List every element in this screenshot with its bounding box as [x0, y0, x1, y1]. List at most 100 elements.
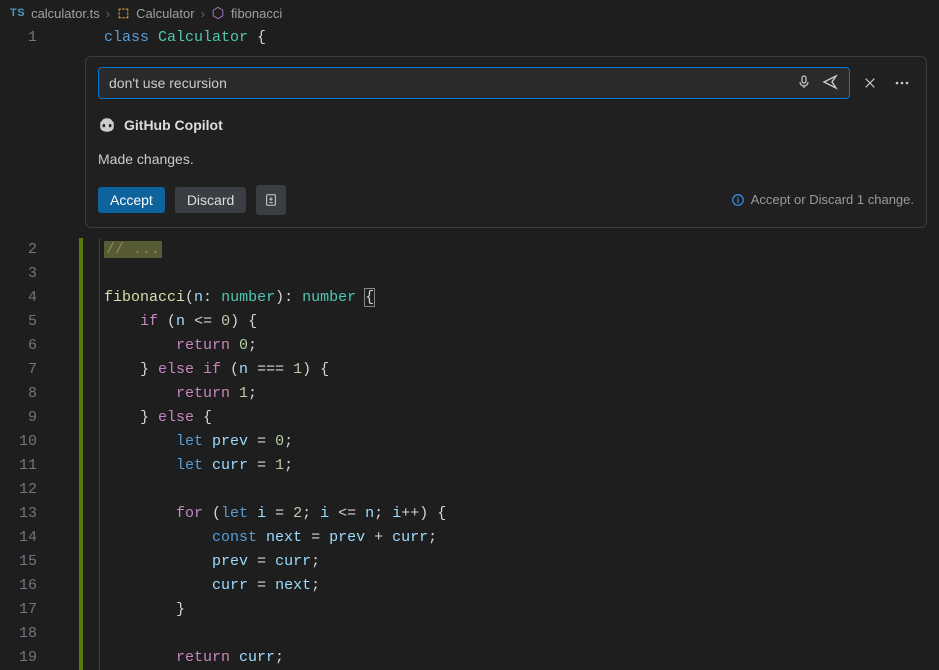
code-line[interactable]: 4 fibonacci(n: number): number {	[0, 286, 939, 310]
diff-gutter	[79, 310, 83, 334]
diff-gutter	[79, 646, 83, 670]
diff-gutter	[79, 502, 83, 526]
line-number: 16	[0, 574, 55, 598]
chat-status: Made changes.	[98, 147, 914, 171]
line-number: 12	[0, 478, 55, 502]
code-line[interactable]: 8 return 1;	[0, 382, 939, 406]
diff-gutter	[79, 406, 83, 430]
code-content[interactable]: // ...	[100, 238, 162, 262]
file-type-badge: TS	[10, 7, 25, 19]
code-content[interactable]: return 1;	[100, 382, 257, 406]
code-line[interactable]: 9 } else {	[0, 406, 939, 430]
code-line[interactable]: 11 let curr = 1;	[0, 454, 939, 478]
code-line[interactable]: 3	[0, 262, 939, 286]
line-number: 2	[0, 238, 55, 262]
indent-guide	[99, 478, 100, 502]
line-number: 11	[0, 454, 55, 478]
line-number: 19	[0, 646, 55, 670]
code-content[interactable]: let prev = 0;	[100, 430, 293, 454]
indent-guide	[99, 262, 100, 286]
diff-gutter	[79, 286, 83, 310]
diff-gutter	[79, 358, 83, 382]
line-number: 1	[0, 26, 55, 50]
line-number: 9	[0, 406, 55, 430]
chat-provider-name: GitHub Copilot	[124, 113, 223, 137]
code-content[interactable]: } else if (n === 1) {	[100, 358, 329, 382]
code-line[interactable]: 17 }	[0, 598, 939, 622]
code-line[interactable]: 19 return curr;	[0, 646, 939, 670]
diff-gutter	[79, 622, 83, 646]
ellipsis-icon	[894, 75, 910, 91]
class-icon	[116, 6, 130, 20]
line-number: 14	[0, 526, 55, 550]
chat-hint: Accept or Discard 1 change.	[731, 188, 914, 212]
code-content[interactable]: class Calculator {	[100, 26, 266, 50]
close-icon	[863, 76, 877, 90]
line-number: 17	[0, 598, 55, 622]
code-content[interactable]: curr = next;	[100, 574, 320, 598]
chat-input[interactable]	[98, 67, 850, 99]
line-number: 10	[0, 430, 55, 454]
code-content[interactable]: prev = curr;	[100, 550, 320, 574]
send-icon[interactable]	[822, 74, 838, 98]
code-line[interactable]: 5 if (n <= 0) {	[0, 310, 939, 334]
copilot-icon	[98, 116, 116, 134]
breadcrumb-class[interactable]: Calculator	[136, 6, 195, 21]
diff-gutter	[79, 598, 83, 622]
code-line[interactable]: 12	[0, 478, 939, 502]
indent-guide	[99, 622, 100, 646]
line-number: 3	[0, 262, 55, 286]
info-icon	[731, 193, 745, 207]
code-line[interactable]: 13 for (let i = 2; i <= n; i++) {	[0, 502, 939, 526]
diff-gutter	[79, 262, 83, 286]
code-content[interactable]: return 0;	[100, 334, 257, 358]
line-number: 18	[0, 622, 55, 646]
more-button[interactable]	[890, 71, 914, 95]
code-content[interactable]: }	[100, 598, 185, 622]
diff-gutter	[79, 454, 83, 478]
code-line[interactable]: 16 curr = next;	[0, 574, 939, 598]
diff-gutter	[79, 574, 83, 598]
diff-gutter	[79, 238, 83, 262]
code-line[interactable]: 7 } else if (n === 1) {	[0, 358, 939, 382]
code-line[interactable]: 1 class Calculator {	[0, 26, 939, 50]
chevron-right-icon: ›	[106, 6, 110, 21]
line-number: 7	[0, 358, 55, 382]
code-line[interactable]: 6 return 0;	[0, 334, 939, 358]
code-content[interactable]: let curr = 1;	[100, 454, 293, 478]
diff-gutter	[79, 526, 83, 550]
line-number: 6	[0, 334, 55, 358]
diff-gutter	[79, 478, 83, 502]
code-line[interactable]: 2 // ...	[0, 238, 939, 262]
code-content[interactable]: } else {	[100, 406, 212, 430]
method-icon	[211, 6, 225, 20]
inline-chat-panel: GitHub Copilot Made changes. Accept Disc…	[85, 56, 927, 228]
code-content[interactable]: fibonacci(n: number): number {	[100, 286, 374, 310]
diff-gutter	[79, 334, 83, 358]
discard-button[interactable]: Discard	[175, 187, 246, 213]
breadcrumb: TS calculator.ts › Calculator › fibonacc…	[0, 0, 939, 26]
show-diff-button[interactable]	[256, 185, 286, 215]
line-number: 5	[0, 310, 55, 334]
line-number: 4	[0, 286, 55, 310]
code-line[interactable]: 18	[0, 622, 939, 646]
code-line[interactable]: 15 prev = curr;	[0, 550, 939, 574]
diff-gutter	[79, 382, 83, 406]
line-number: 15	[0, 550, 55, 574]
line-number: 13	[0, 502, 55, 526]
close-button[interactable]	[858, 71, 882, 95]
breadcrumb-file[interactable]: calculator.ts	[31, 6, 100, 21]
code-line[interactable]: 14 const next = prev + curr;	[0, 526, 939, 550]
code-content[interactable]: return curr;	[100, 646, 284, 670]
line-number: 8	[0, 382, 55, 406]
code-content[interactable]: const next = prev + curr;	[100, 526, 437, 550]
breadcrumb-symbol[interactable]: fibonacci	[231, 6, 282, 21]
microphone-icon[interactable]	[796, 74, 812, 98]
code-line[interactable]: 10 let prev = 0;	[0, 430, 939, 454]
accept-button[interactable]: Accept	[98, 187, 165, 213]
editor[interactable]: 1 class Calculator { GitHub Copilot	[0, 26, 939, 670]
chevron-right-icon: ›	[201, 6, 205, 21]
code-content[interactable]: for (let i = 2; i <= n; i++) {	[100, 502, 446, 526]
code-content[interactable]: if (n <= 0) {	[100, 310, 257, 334]
diff-gutter	[79, 430, 83, 454]
